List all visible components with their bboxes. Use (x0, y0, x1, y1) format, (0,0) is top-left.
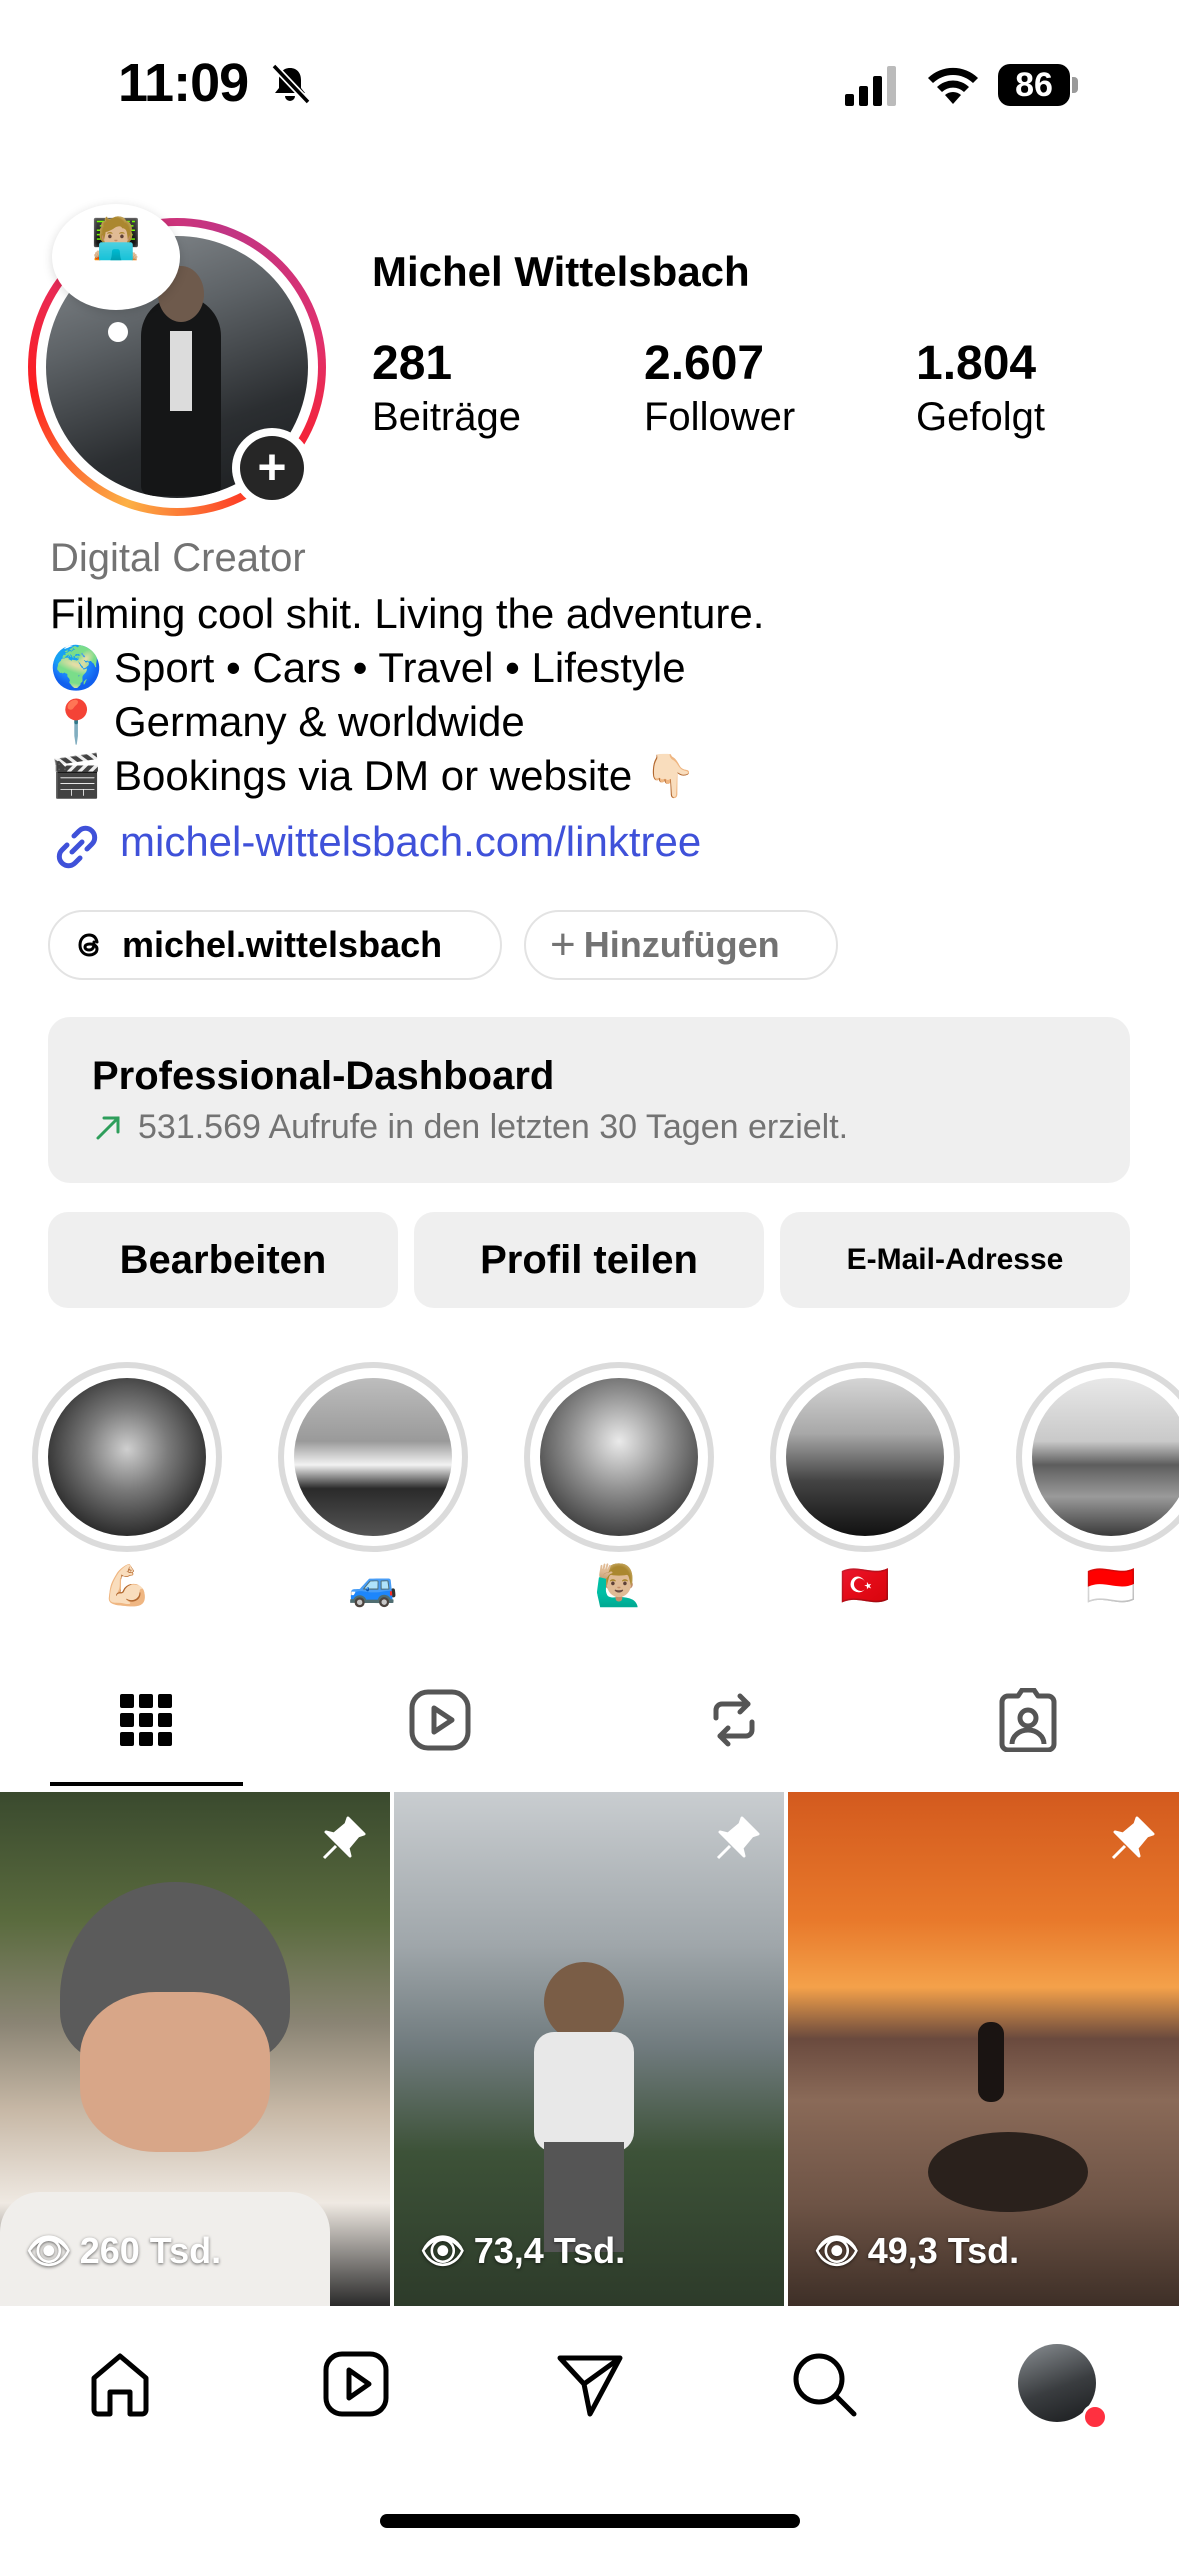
views-icon: 👁 (26, 2230, 72, 2271)
profile-name: Michel Wittelsbach (372, 248, 750, 295)
edit-profile-button[interactable]: Bearbeiten (48, 1212, 398, 1308)
view-count: 260 Tsd. (79, 2230, 222, 2271)
wifi-icon (928, 67, 978, 104)
view-count: 49,3 Tsd. (867, 2230, 1020, 2271)
reels-icon[interactable] (320, 2348, 392, 2420)
email-button[interactable]: E-Mail-Adresse (780, 1212, 1130, 1308)
add-label: Hinzufügen (583, 924, 780, 965)
link-icon (56, 825, 98, 869)
views-icon: 👁 (814, 2230, 860, 2271)
pin-icon (716, 1816, 760, 1860)
home-icon[interactable] (84, 2348, 156, 2420)
threads-icon (78, 933, 99, 957)
note-bubble[interactable]: 🧑🏼‍💻 (52, 204, 180, 310)
highlight[interactable] (524, 1362, 714, 1552)
status-time: 11:09 (118, 53, 249, 113)
share-profile-button[interactable]: Profil teilen (414, 1212, 764, 1308)
followers-count[interactable]: 2.607 (644, 336, 764, 391)
highlight-label: 🇮🇩 (1086, 1564, 1136, 1608)
cellular-signal-icon (845, 66, 896, 106)
post-tile[interactable]: 👁 73,4 Tsd. (394, 1792, 784, 2306)
pin-icon (1111, 1816, 1155, 1860)
bio-line: 🎬 Bookings via DM or website 👇🏻 (50, 752, 697, 799)
notification-dot (1082, 2404, 1108, 2430)
highlight[interactable] (770, 1362, 960, 1552)
highlight[interactable] (1016, 1362, 1179, 1552)
professional-dashboard[interactable] (48, 1017, 1130, 1183)
dashboard-subtitle: 531.569 Aufrufe in den letzten 30 Tagen … (138, 1108, 849, 1146)
search-icon[interactable] (788, 2348, 860, 2420)
dashboard-title: Professional-Dashboard (92, 1054, 555, 1098)
battery-level: 86 (998, 64, 1070, 106)
reposts-icon[interactable] (702, 1688, 766, 1752)
views-icon: 👁 (420, 2230, 466, 2271)
highlight-label: 💪🏻 (102, 1564, 152, 1608)
posts-label[interactable]: Beiträge (372, 395, 521, 440)
posts-count[interactable]: 281 (372, 336, 452, 391)
reels-icon[interactable] (408, 1688, 472, 1752)
pin-icon (322, 1816, 366, 1860)
bio-line: Filming cool shit. Living the adventure. (50, 590, 765, 637)
following-count[interactable]: 1.804 (916, 336, 1036, 391)
plus-icon: + (550, 920, 576, 969)
direct-message-icon[interactable] (554, 2348, 626, 2420)
highlight[interactable] (32, 1362, 222, 1552)
add-story-button[interactable]: + (232, 428, 312, 508)
bio-line: 📍 Germany & worldwide (50, 698, 525, 745)
plus-icon: + (240, 436, 304, 500)
trend-arrow-icon (96, 1116, 120, 1140)
profile-link[interactable]: michel-wittelsbach.com/linktree (120, 818, 701, 866)
grid-icon[interactable] (114, 1688, 178, 1752)
threads-username: michel.wittelsbach (122, 924, 443, 965)
active-tab-indicator (50, 1782, 243, 1786)
silent-bell-icon (271, 63, 311, 105)
home-indicator[interactable] (380, 2514, 800, 2528)
add-link-chip[interactable]: + Hinzufügen (524, 910, 838, 980)
battery-indicator: 86 (998, 64, 1078, 108)
followers-label[interactable]: Follower (644, 395, 795, 440)
following-label[interactable]: Gefolgt (916, 395, 1045, 440)
profile-category: Digital Creator (50, 536, 306, 580)
view-count: 73,4 Tsd. (473, 2230, 626, 2271)
tagged-icon[interactable] (996, 1688, 1060, 1752)
highlight-label: 🚙 (348, 1564, 398, 1608)
highlight-label: 🙋🏼‍♂️ (594, 1564, 644, 1608)
threads-chip[interactable]: michel.wittelsbach (48, 910, 502, 980)
highlight[interactable] (278, 1362, 468, 1552)
post-tile[interactable]: 👁 260 Tsd. (0, 1792, 390, 2306)
highlight-label: 🇹🇷 (840, 1564, 890, 1608)
bio-line: 🌍 Sport • Cars • Travel • Lifestyle (50, 644, 686, 691)
post-tile[interactable]: 👁 49,3 Tsd. (788, 1792, 1179, 2306)
